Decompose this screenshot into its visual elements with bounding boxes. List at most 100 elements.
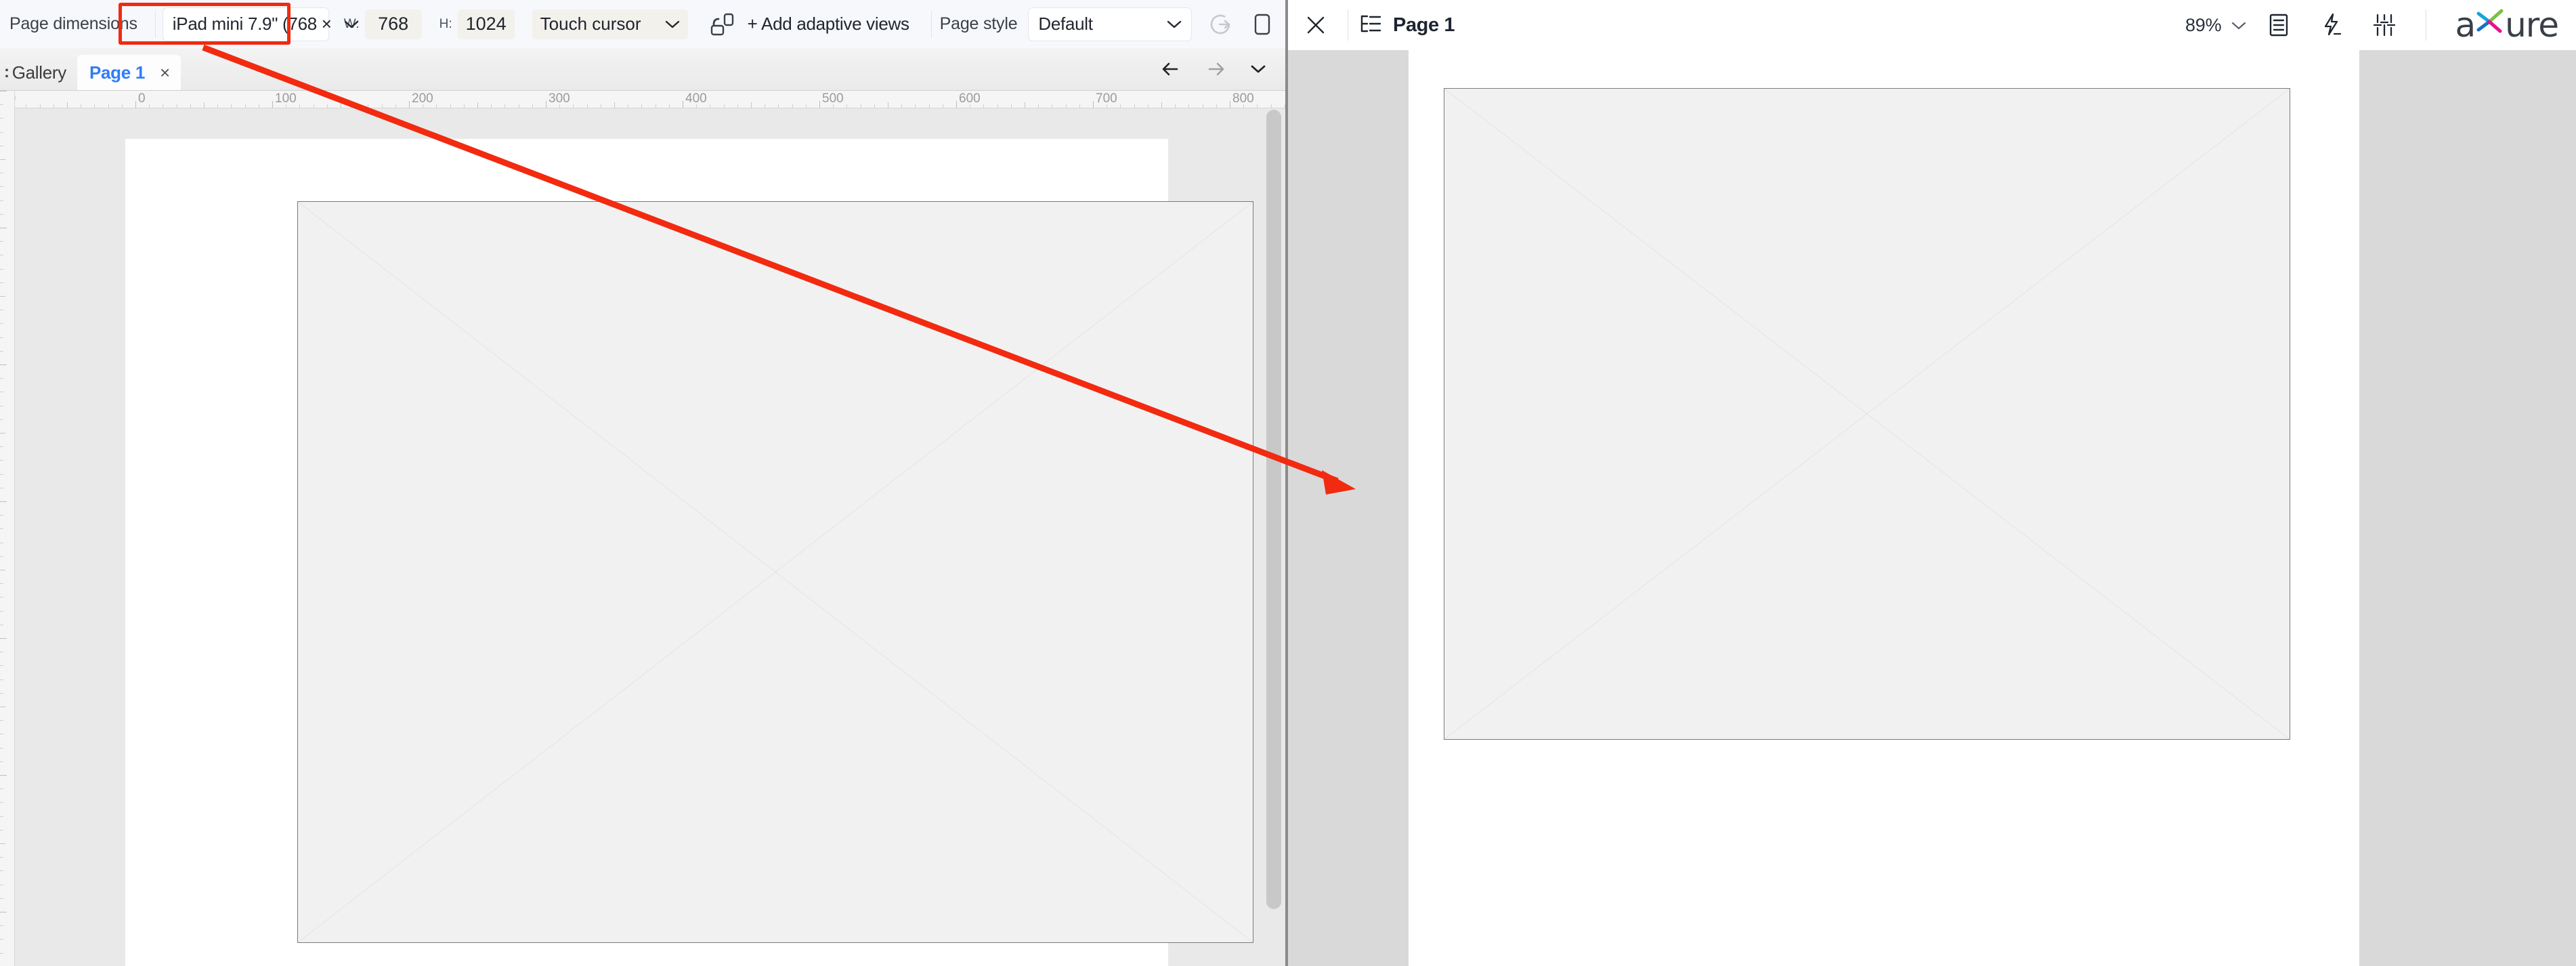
ruler-tick	[1188, 104, 1190, 108]
page-style-value: Default	[1038, 14, 1093, 34]
tab-page-1[interactable]: Page 1 ×	[77, 55, 181, 90]
page-sheet[interactable]	[125, 139, 1253, 966]
ruler-tick	[0, 378, 3, 379]
page-style-dropdown[interactable]: Default	[1028, 7, 1193, 41]
ruler-tick	[0, 720, 3, 721]
zoom-level-value: 89%	[2185, 14, 2222, 35]
editor-vertical-scrollbar[interactable]	[1262, 108, 1285, 966]
adaptive-views-icon[interactable]	[703, 5, 741, 43]
cursor-mode-value: Touch cursor	[540, 14, 641, 34]
axure-logo-post: ure	[2505, 5, 2559, 45]
ruler-tick	[381, 104, 383, 108]
ruler-tick	[0, 898, 3, 899]
close-icon[interactable]	[1295, 4, 1337, 46]
ruler-tick	[0, 952, 3, 954]
ruler-tick	[463, 104, 465, 108]
ruler-tick	[819, 101, 820, 108]
page-outline-icon[interactable]	[1359, 14, 1382, 37]
ruler-tick	[1038, 104, 1039, 108]
vertical-ruler[interactable]	[0, 91, 15, 966]
preview-title-group: Page 1	[1359, 14, 1455, 37]
ruler-tick	[792, 104, 793, 108]
ruler-tick	[874, 104, 875, 108]
ruler-tick	[1010, 104, 1012, 108]
chevron-down-icon	[2231, 20, 2247, 30]
ruler-tick	[477, 102, 478, 108]
zoom-dropdown[interactable]: 89%	[2180, 15, 2252, 36]
tab-gallery[interactable]: : Gallery	[0, 55, 77, 90]
pane-divider[interactable]	[1285, 0, 1288, 966]
ruler-tick	[53, 104, 54, 108]
ruler-tick	[0, 761, 3, 762]
reload-arrow-icon[interactable]	[1201, 5, 1239, 43]
ruler-tick	[668, 104, 670, 108]
ruler-tick	[573, 104, 574, 108]
image-placeholder[interactable]	[1444, 88, 2290, 740]
ruler-tick	[559, 104, 561, 108]
ruler-tick	[0, 433, 5, 434]
ruler-tick	[190, 104, 191, 108]
ruler-tick	[956, 101, 957, 108]
ruler-tick	[94, 104, 95, 108]
ruler-tick	[0, 419, 3, 420]
ruler-tick	[1079, 104, 1080, 108]
page-title: Page 1	[1393, 14, 1455, 36]
forward-arrow-icon[interactable]	[1193, 49, 1237, 89]
preview-sheet[interactable]	[1409, 50, 2359, 966]
device-preset-value: iPad mini 7.9" (768 ×	[172, 14, 332, 34]
ruler-tick	[1270, 104, 1272, 108]
ruler-tick	[0, 555, 3, 557]
ruler-tick	[0, 460, 3, 461]
ruler-tick	[0, 337, 3, 338]
ruler-tick	[395, 104, 396, 108]
add-adaptive-views-button[interactable]: + Add adaptive views	[741, 14, 916, 35]
interactions-bolt-icon[interactable]	[2305, 4, 2358, 46]
ruler-tick	[0, 131, 3, 133]
editor-canvas[interactable]	[15, 108, 1285, 966]
ruler-tick	[135, 101, 136, 108]
editor-scrollbar-thumb[interactable]	[1266, 110, 1281, 909]
notes-panel-icon[interactable]	[2252, 4, 2305, 46]
height-value: 1024	[465, 14, 507, 34]
ruler-tick	[997, 104, 998, 108]
ruler-tick	[1134, 104, 1135, 108]
close-icon[interactable]: ×	[160, 62, 170, 83]
tab-gallery-label: Gallery	[12, 62, 67, 83]
height-input[interactable]: 1024	[457, 9, 515, 39]
page-style-label: Page style	[939, 14, 1018, 33]
ruler-tick	[696, 104, 697, 108]
adaptive-sliders-icon[interactable]	[2358, 4, 2411, 46]
ruler-tick	[1161, 102, 1162, 108]
ruler-tick	[1257, 104, 1258, 108]
ruler-tick	[217, 104, 219, 108]
ruler-tick	[0, 364, 7, 365]
ruler-tick	[833, 104, 834, 108]
ruler-tick	[67, 102, 68, 108]
tab-page-1-label: Page 1	[89, 62, 145, 83]
ruler-tick	[354, 104, 356, 108]
device-preset-dropdown[interactable]: iPad mini 7.9" (768 ×	[162, 7, 358, 41]
ruler-tick	[149, 104, 150, 108]
toolbar-divider	[154, 10, 156, 38]
ruler-tick	[39, 104, 41, 108]
width-input[interactable]: 768	[364, 9, 422, 39]
ruler-tick	[846, 104, 848, 108]
back-arrow-icon[interactable]	[1150, 49, 1193, 89]
ruler-tick	[0, 446, 3, 448]
ruler-tick	[409, 101, 410, 108]
toolbar-divider-2	[930, 10, 932, 38]
chevron-down-icon	[332, 20, 359, 29]
ruler-tick	[0, 829, 3, 831]
image-placeholder[interactable]	[297, 201, 1253, 943]
chevron-down-icon[interactable]	[1237, 49, 1280, 89]
ruler-tick	[778, 104, 779, 108]
device-frame-icon[interactable]	[1242, 5, 1280, 43]
editor-toolbar: Page dimensions iPad mini 7.9" (768 × W:…	[0, 0, 1285, 48]
ruler-tick	[108, 104, 109, 108]
cursor-mode-dropdown[interactable]: Touch cursor	[532, 9, 688, 39]
horizontal-ruler[interactable]: 000100200300400500600700800	[0, 91, 1285, 108]
ruler-tick	[532, 104, 533, 108]
ruler-tick	[901, 104, 903, 108]
ruler-tick	[0, 747, 3, 749]
ruler-tick	[0, 159, 5, 160]
